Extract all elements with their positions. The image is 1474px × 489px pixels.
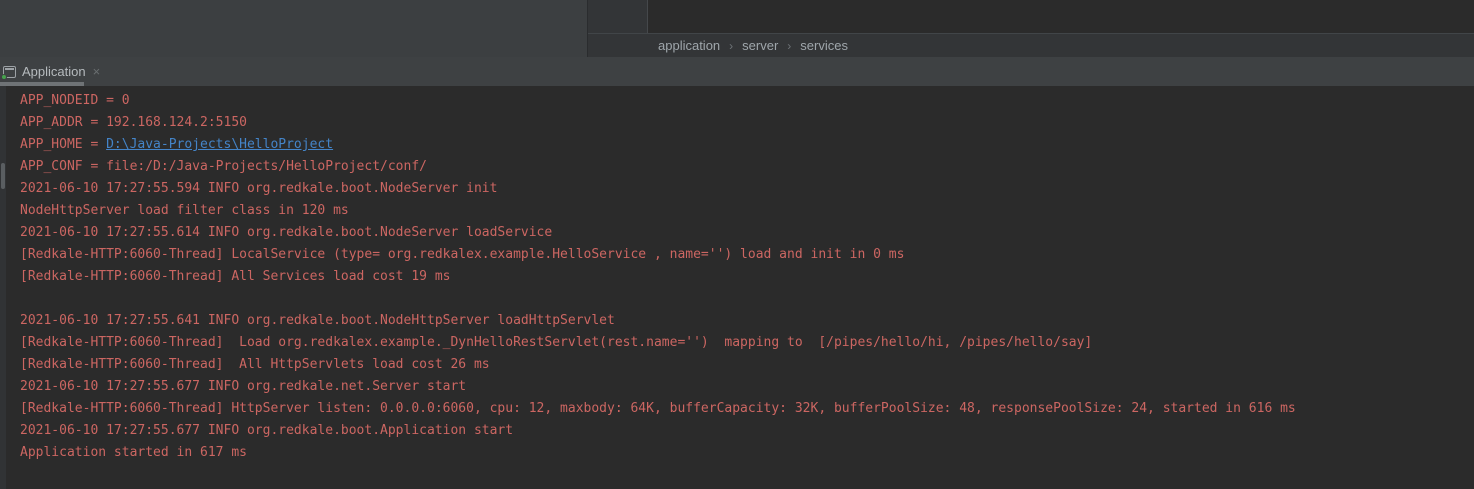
top-area: application › server › services	[0, 0, 1474, 57]
console-line: APP_ADDR = 192.168.124.2:5150	[20, 112, 1474, 134]
tab-application[interactable]: Application ×	[0, 57, 106, 86]
run-toolwindow-tabbar: Application ×	[0, 57, 1474, 86]
console-line: [Redkale-HTTP:6060-Thread] All HttpServl…	[20, 354, 1474, 376]
console-line: 2021-06-10 17:27:55.594 INFO org.redkale…	[20, 178, 1474, 200]
editor-area	[648, 0, 1474, 33]
console-line: 2021-06-10 17:27:55.677 INFO org.redkale…	[20, 420, 1474, 442]
run-console-icon	[3, 66, 16, 78]
console-line: [Redkale-HTTP:6060-Thread] Load org.redk…	[20, 332, 1474, 354]
console-line: APP_CONF = file:/D:/Java-Projects/HelloP…	[20, 156, 1474, 178]
console-line: [Redkale-HTTP:6060-Thread] LocalService …	[20, 244, 1474, 266]
file-link[interactable]: D:\Java-Projects\HelloProject	[106, 137, 333, 152]
console-line: APP_HOME = D:\Java-Projects\HelloProject	[20, 134, 1474, 156]
breadcrumb-item-services[interactable]: services	[800, 38, 848, 53]
close-icon[interactable]: ×	[93, 65, 101, 78]
editor-bottom-area: application › server › services	[588, 0, 1474, 57]
console-output: APP_NODEID = 0APP_ADDR = 192.168.124.2:5…	[0, 86, 1474, 489]
tab-label: Application	[22, 64, 86, 79]
console-line: 2021-06-10 17:27:55.641 INFO org.redkale…	[20, 310, 1474, 332]
console-line: [Redkale-HTTP:6060-Thread] HttpServer li…	[20, 398, 1474, 420]
console-line	[20, 288, 1474, 310]
console-line: APP_NODEID = 0	[20, 90, 1474, 112]
console-line: NodeHttpServer load filter class in 120 …	[20, 200, 1474, 222]
console-line: 2021-06-10 17:27:55.677 INFO org.redkale…	[20, 376, 1474, 398]
scrollbar-thumb[interactable]	[1, 163, 5, 189]
breadcrumb-item-server[interactable]: server	[742, 38, 778, 53]
running-indicator-dot	[1, 74, 7, 80]
console-lines: APP_NODEID = 0APP_ADDR = 192.168.124.2:5…	[6, 86, 1474, 489]
editor-gutter-corner	[588, 0, 648, 33]
console-left-scrollbar[interactable]	[0, 86, 6, 489]
breadcrumb-separator-icon: ›	[729, 39, 733, 53]
breadcrumb-separator-icon: ›	[787, 39, 791, 53]
breadcrumb: application › server › services	[588, 33, 1474, 57]
breadcrumb-item-application[interactable]: application	[658, 38, 720, 53]
console-line: [Redkale-HTTP:6060-Thread] All Services …	[20, 266, 1474, 288]
console-line: 2021-06-10 17:27:55.614 INFO org.redkale…	[20, 222, 1474, 244]
console-line: Application started in 617 ms	[20, 442, 1474, 464]
editor-row	[588, 0, 1474, 33]
left-panel	[0, 0, 588, 57]
